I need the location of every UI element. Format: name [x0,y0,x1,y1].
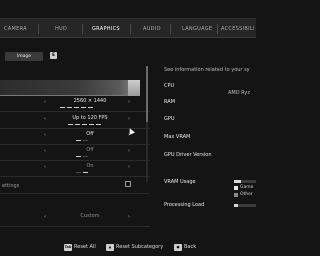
setting-value: Off [86,147,94,153]
advanced-settings-label: ettings [2,183,20,189]
tab-divider [217,24,218,34]
setting-value: Off [86,131,94,137]
vram-usage-bar [234,180,256,183]
tab-graphics[interactable]: GRAPHICS [92,19,120,39]
legend-swatch-game [234,186,238,190]
option-pips [60,140,120,142]
tab-accessibility[interactable]: ACCESSIBILI [221,19,255,39]
chevron-left-icon[interactable]: ‹ [44,164,46,170]
external-link-icon[interactable] [125,181,131,187]
option-pips [60,156,120,158]
tab-divider [170,24,171,34]
chevron-right-icon[interactable]: › [128,116,130,122]
triangle-button-icon: ▲ [106,244,114,251]
setting-value: Custom [80,213,100,219]
tab-hud[interactable]: HUD [55,19,67,39]
tab-divider [38,24,39,34]
back-button[interactable]: ● Back [174,244,204,252]
reset-subcategory-label: Reset Subcategory [116,244,164,250]
legend-label-other: Other [240,192,253,197]
pip [96,124,101,125]
setting-value: Up to 120 FPS [72,115,108,121]
pip [81,107,86,108]
scrollbar-thumb[interactable] [146,66,148,122]
pip [74,107,79,108]
pip [68,124,73,125]
settings-list: ‹ 2560 × 1440 › ‹ Up to 120 FPS › ‹ Off … [0,66,150,241]
pip [83,172,88,173]
setting-row-frame-rate[interactable]: ‹ Up to 120 FPS › [0,114,150,129]
pip [76,172,81,173]
cpu-label: CPU [164,83,175,89]
next-subtab-key-hint: E [50,52,57,59]
setting-row-preset[interactable]: ‹ Custom › [0,212,150,227]
pip [83,140,88,141]
reset-all-button[interactable]: Tab Reset All [64,244,104,252]
pip [83,156,88,157]
processing-load-label: Processing Load [164,202,205,208]
setting-value: 2560 × 1440 [73,98,107,104]
vram-usage-label: VRAM Usage [164,179,196,185]
tab-divider [130,24,131,34]
legend-label-game: Game [240,185,254,190]
chevron-left-icon[interactable]: ‹ [44,214,46,220]
chevron-left-icon[interactable]: ‹ [44,116,46,122]
reset-all-label: Reset All [74,244,96,250]
option-pips [60,124,120,126]
cpu-value: AMD Ryz [228,90,250,96]
system-info-panel: See information related to your sy CPU A… [152,60,256,220]
pip [88,107,93,108]
gpu-driver-version-label: GPU Driver Version [164,152,212,158]
setting-row-resolution[interactable]: ‹ 2560 × 1440 › [0,97,150,112]
section-header-banner [0,80,140,96]
chevron-right-icon[interactable]: › [128,148,130,154]
subtab-image[interactable]: Image [5,52,43,61]
tab-language[interactable]: LANGUAGE [182,19,212,39]
pip [82,124,87,125]
setting-value: On [86,163,94,169]
back-label: Back [184,244,197,250]
chevron-right-icon[interactable]: › [128,164,130,170]
pip [89,124,94,125]
vram-usage-fill [234,180,241,183]
gpu-label: GPU [164,116,175,122]
chevron-left-icon[interactable]: ‹ [44,148,46,154]
setting-row-toggle-2[interactable]: ‹ Off › [0,146,150,161]
pip [60,107,65,108]
reset-subcategory-button[interactable]: ▲ Reset Subcategory [106,244,172,252]
chevron-right-icon[interactable]: › [128,214,130,220]
chevron-right-icon[interactable]: › [128,99,130,105]
circle-button-icon: ● [174,244,182,251]
tab-key-icon: Tab [64,244,72,251]
footer-controls: Tab Reset All ▲ Reset Subcategory ● Back [0,240,256,256]
system-info-description: See information related to your sy [164,67,250,73]
pip [67,107,72,108]
tab-camera[interactable]: CAMERA [4,19,27,39]
top-tab-bar: CAMERA HUD GRAPHICS AUDIO LANGUAGE ACCES… [0,18,256,38]
max-vram-label: Max VRAM [164,134,191,140]
tab-audio[interactable]: AUDIO [143,19,161,39]
tab-divider [82,24,83,34]
chevron-left-icon[interactable]: ‹ [44,99,46,105]
setting-row-toggle-3[interactable]: ‹ On › [0,162,150,177]
processing-load-fill [234,204,239,207]
option-pips [60,172,120,174]
ram-label: RAM [164,99,176,105]
chevron-left-icon[interactable]: ‹ [44,132,46,138]
pip [76,156,81,157]
processing-load-bar [234,204,256,207]
pip [75,124,80,125]
option-pips [60,107,120,109]
pip [76,140,81,141]
legend-swatch-other [234,193,238,197]
